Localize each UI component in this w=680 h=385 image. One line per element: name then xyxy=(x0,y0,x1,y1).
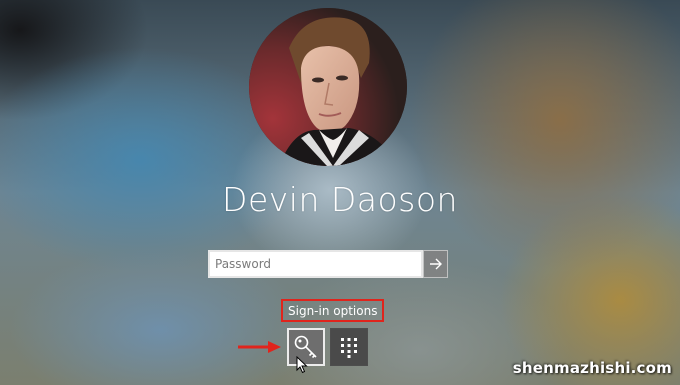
password-input[interactable] xyxy=(208,250,423,278)
password-row xyxy=(208,250,448,278)
red-arrow-annotation xyxy=(238,341,281,353)
submit-button[interactable] xyxy=(423,250,448,278)
avatar xyxy=(249,8,407,166)
mouse-cursor-icon xyxy=(296,356,308,374)
sign-in-options-link[interactable]: Sign-in options xyxy=(281,299,385,322)
watermark: shenmazhishi.com xyxy=(512,359,672,377)
arrow-right-icon xyxy=(429,258,442,270)
pin-keypad-icon xyxy=(341,338,357,358)
pin-option-button[interactable] xyxy=(330,328,368,366)
user-name: Devin Daoson xyxy=(222,180,458,219)
